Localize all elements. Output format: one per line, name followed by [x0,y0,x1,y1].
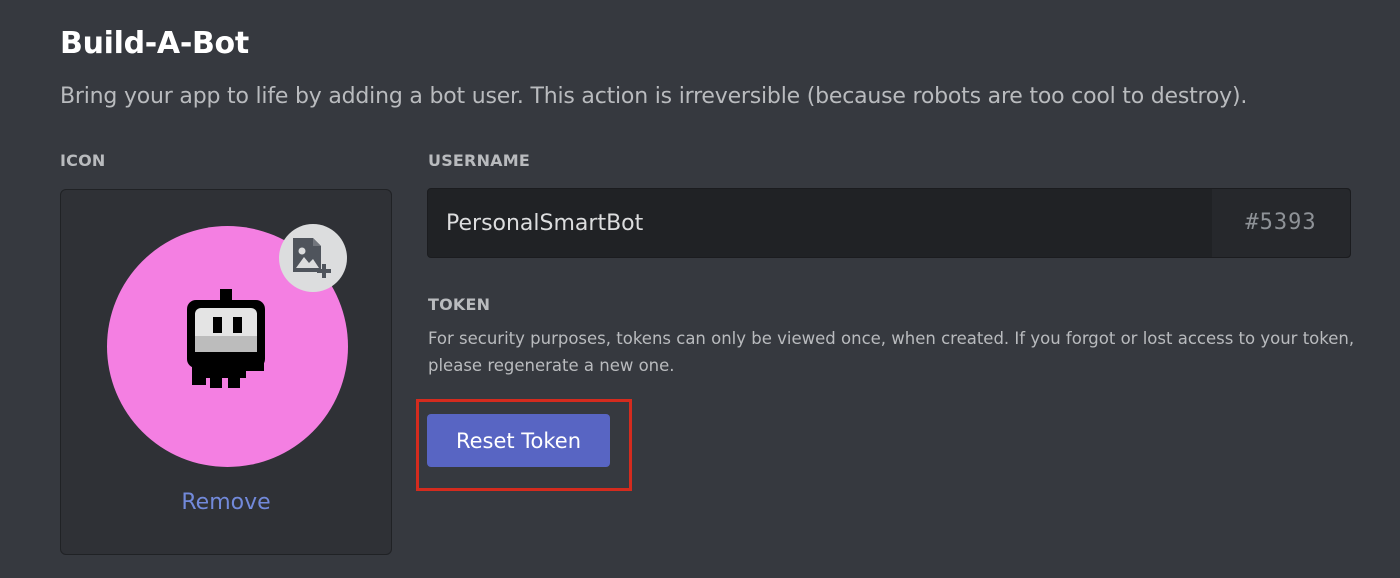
username-label: USERNAME [428,151,530,170]
page-title: Build-A-Bot [60,26,249,61]
upload-avatar-button[interactable] [279,224,347,292]
username-field: #5393 [427,188,1351,258]
remove-avatar-link[interactable]: Remove [61,490,391,515]
reset-token-button[interactable]: Reset Token [427,414,610,467]
icon-label: ICON [60,151,106,170]
token-description: For security purposes, tokens can only b… [428,329,1355,375]
token-label: TOKEN [428,295,491,314]
username-input[interactable] [428,189,1210,257]
page-subtitle: Bring your app to life by adding a bot u… [60,84,1248,109]
icon-panel: Remove [60,189,392,555]
discriminator: #5393 [1212,189,1350,257]
image-add-icon [293,238,331,278]
